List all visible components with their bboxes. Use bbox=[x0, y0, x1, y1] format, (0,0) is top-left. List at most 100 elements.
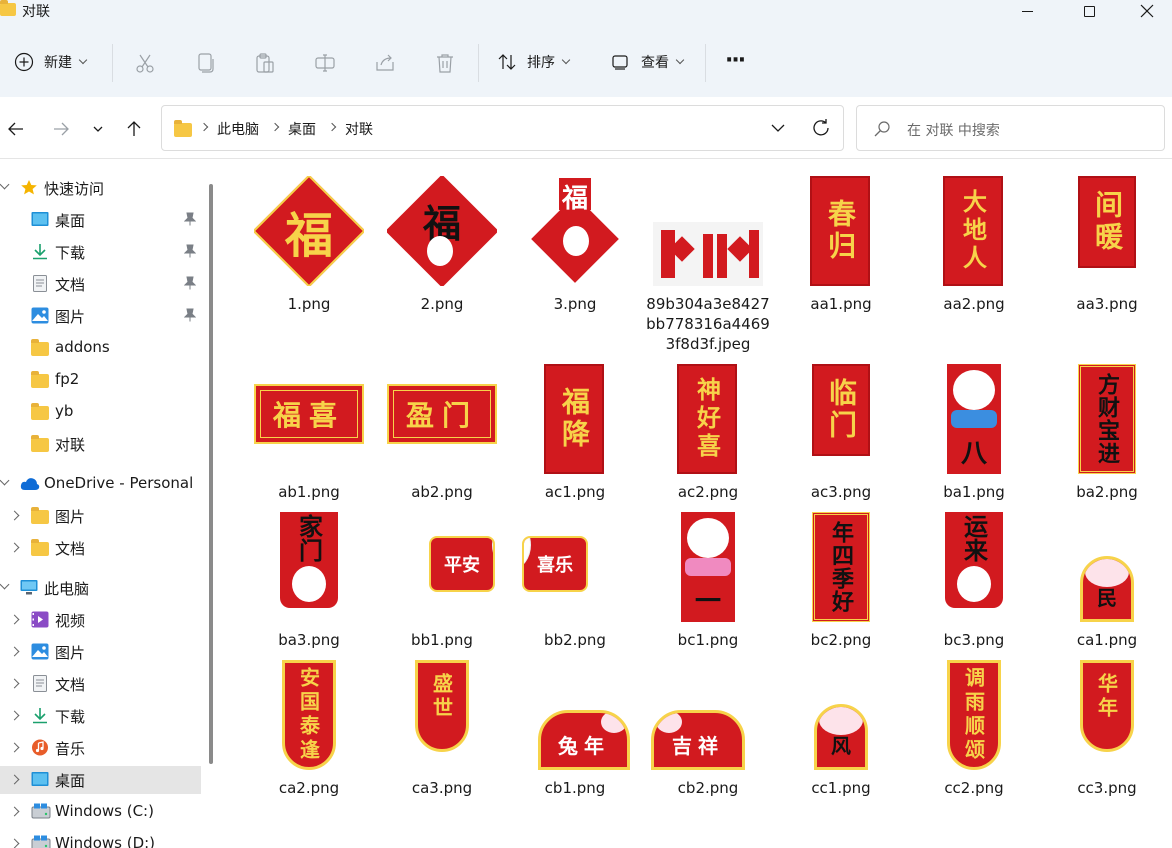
sidebar-item[interactable]: 音乐 bbox=[0, 734, 201, 762]
file-thumbnail: 八 bbox=[919, 364, 1029, 474]
forward-arrow-icon[interactable] bbox=[51, 119, 71, 139]
file-item[interactable]: 民 ca1.png bbox=[1044, 496, 1170, 666]
file-item[interactable]: 方财宝进 ba2.png bbox=[1044, 348, 1170, 518]
sidebar-item[interactable]: addons bbox=[0, 334, 201, 362]
sidebar-item[interactable]: 桌面 bbox=[0, 766, 201, 794]
file-item[interactable]: 福 1.png bbox=[246, 160, 372, 330]
file-item[interactable]: 调雨顺颂 cc2.png bbox=[911, 644, 1037, 814]
sidebar-item[interactable]: 图片 bbox=[0, 302, 201, 330]
file-item[interactable]: 风 cc1.png bbox=[778, 644, 904, 814]
search-input[interactable]: 在 对联 中搜索 bbox=[907, 120, 1000, 140]
sidebar-item[interactable]: 下载 bbox=[0, 238, 201, 266]
file-item[interactable]: 安国泰逢 ca2.png bbox=[246, 644, 372, 814]
file-name: ca3.png bbox=[411, 779, 473, 797]
more-options-button[interactable]: ··· bbox=[725, 46, 746, 74]
file-item[interactable]: 福 3.png bbox=[512, 160, 638, 330]
sort-button[interactable]: 排序 bbox=[497, 48, 571, 76]
new-button[interactable]: 新建 bbox=[14, 48, 88, 76]
sidebar-item[interactable]: 视频 bbox=[0, 606, 201, 634]
maximize-button[interactable] bbox=[1066, 0, 1112, 22]
view-button[interactable]: 查看 bbox=[611, 48, 685, 76]
file-item[interactable]: 兔年 cb1.png bbox=[512, 644, 638, 814]
file-name: cb2.png bbox=[677, 779, 739, 797]
cut-icon[interactable] bbox=[134, 52, 156, 74]
sidebar-item[interactable]: 桌面 bbox=[0, 206, 201, 234]
chevron-right-icon[interactable] bbox=[9, 614, 20, 625]
sidebar-item[interactable]: 快速访问 bbox=[0, 174, 201, 202]
sidebar-item[interactable]: 文档 bbox=[0, 534, 201, 562]
refresh-icon[interactable] bbox=[810, 117, 832, 139]
address-dropdown-icon[interactable] bbox=[768, 118, 788, 138]
file-item[interactable]: 平安 bb1.png bbox=[379, 496, 505, 666]
file-item[interactable]: 家门 ba3.png bbox=[246, 496, 372, 666]
chevron-right-icon[interactable] bbox=[9, 510, 20, 521]
file-item[interactable]: 福降 ac1.png bbox=[512, 348, 638, 518]
cloud-icon bbox=[20, 475, 40, 492]
add-icon bbox=[14, 52, 34, 72]
file-item[interactable]: 华年 cc3.png bbox=[1044, 644, 1170, 814]
sidebar-item[interactable]: 图片 bbox=[0, 638, 201, 666]
breadcrumb-couplets[interactable]: 对联 bbox=[345, 119, 373, 139]
up-arrow-icon[interactable] bbox=[124, 119, 144, 139]
chevron-right-icon[interactable] bbox=[9, 806, 20, 817]
file-thumbnail: 风 bbox=[786, 660, 896, 770]
file-item[interactable]: 春归 aa1.png bbox=[778, 160, 904, 330]
delete-icon[interactable] bbox=[434, 52, 456, 74]
recent-locations-chevron-icon[interactable] bbox=[88, 119, 108, 139]
file-item[interactable]: 间暖 aa3.png bbox=[1044, 160, 1170, 330]
sidebar-item[interactable]: 对联 bbox=[0, 430, 201, 458]
file-item[interactable]: 福喜 ab1.png bbox=[246, 348, 372, 518]
file-item[interactable]: 盈门 ab2.png bbox=[379, 348, 505, 518]
navigation-pane-scrollbar[interactable] bbox=[209, 184, 213, 764]
file-item[interactable]: 89b304a3e8427bb778316a44693f8d3f.jpeg bbox=[645, 160, 771, 353]
file-item[interactable]: 大地人 aa2.png bbox=[911, 160, 1037, 330]
file-item[interactable]: 喜乐 bb2.png bbox=[512, 496, 638, 666]
chevron-right-icon[interactable] bbox=[9, 646, 20, 657]
chevron-right-icon[interactable] bbox=[9, 742, 20, 753]
breadcrumb-this-pc[interactable]: 此电脑 bbox=[217, 119, 259, 139]
sidebar-item[interactable]: Windows (D:) bbox=[0, 830, 201, 848]
breadcrumb-desktop[interactable]: 桌面 bbox=[288, 119, 316, 139]
chevron-down-icon[interactable] bbox=[0, 179, 10, 190]
file-item[interactable]: 吉祥 cb2.png bbox=[645, 644, 771, 814]
close-button[interactable] bbox=[1124, 0, 1170, 22]
search-box[interactable]: 在 对联 中搜索 bbox=[856, 105, 1165, 151]
file-item[interactable]: 盛世 ca3.png bbox=[379, 644, 505, 814]
file-item[interactable]: 八 ba1.png bbox=[911, 348, 1037, 518]
chevron-down-icon[interactable] bbox=[0, 579, 10, 590]
sidebar-item[interactable]: 文档 bbox=[0, 270, 201, 298]
file-item[interactable]: 一 bc1.png bbox=[645, 496, 771, 666]
sidebar-item[interactable]: OneDrive - Personal bbox=[0, 470, 201, 498]
sidebar-item[interactable]: yb bbox=[0, 398, 201, 426]
sidebar-item[interactable]: 此电脑 bbox=[0, 574, 201, 602]
chevron-right-icon[interactable] bbox=[9, 710, 20, 721]
back-arrow-icon[interactable] bbox=[6, 119, 26, 139]
chevron-right-icon[interactable] bbox=[9, 678, 20, 689]
chevron-right-icon[interactable] bbox=[9, 838, 20, 848]
file-item[interactable]: 运来 bc3.png bbox=[911, 496, 1037, 666]
file-name: aa1.png bbox=[810, 295, 872, 313]
sidebar-item[interactable]: 文档 bbox=[0, 670, 201, 698]
sidebar-item[interactable]: 下载 bbox=[0, 702, 201, 730]
chevron-right-icon[interactable] bbox=[9, 774, 20, 785]
sidebar-item-label: 图片 bbox=[55, 644, 86, 662]
file-item[interactable]: 临门 ac3.png bbox=[778, 348, 904, 518]
navigation-pane: 快速访问 桌面 下载 文档 图片 addons fp2 yb 对联 OneDrive - Pers… bbox=[0, 160, 220, 848]
sidebar-item[interactable]: Windows (C:) bbox=[0, 798, 201, 826]
minimize-button[interactable] bbox=[1004, 0, 1050, 22]
file-item[interactable]: 神好喜 ac2.png bbox=[645, 348, 771, 518]
chevron-down-icon[interactable] bbox=[0, 475, 10, 486]
file-item[interactable]: 福 2.png bbox=[379, 160, 505, 330]
address-bar[interactable]: 此电脑 桌面 对联 bbox=[161, 105, 844, 151]
sidebar-item[interactable]: 图片 bbox=[0, 502, 201, 530]
file-thumbnail: 神好喜 bbox=[653, 364, 763, 474]
file-grid: 福 1.png 福 2.png 福 3.png 89b304a3e8427bb77… bbox=[220, 160, 1172, 848]
rename-icon[interactable] bbox=[314, 52, 336, 74]
pin-icon bbox=[183, 212, 197, 226]
copy-icon[interactable] bbox=[194, 52, 216, 74]
sidebar-item[interactable]: fp2 bbox=[0, 366, 201, 394]
chevron-right-icon[interactable] bbox=[9, 542, 20, 553]
share-icon[interactable] bbox=[374, 52, 396, 74]
file-item[interactable]: 年四季好 bc2.png bbox=[778, 496, 904, 666]
paste-icon[interactable] bbox=[254, 52, 276, 74]
